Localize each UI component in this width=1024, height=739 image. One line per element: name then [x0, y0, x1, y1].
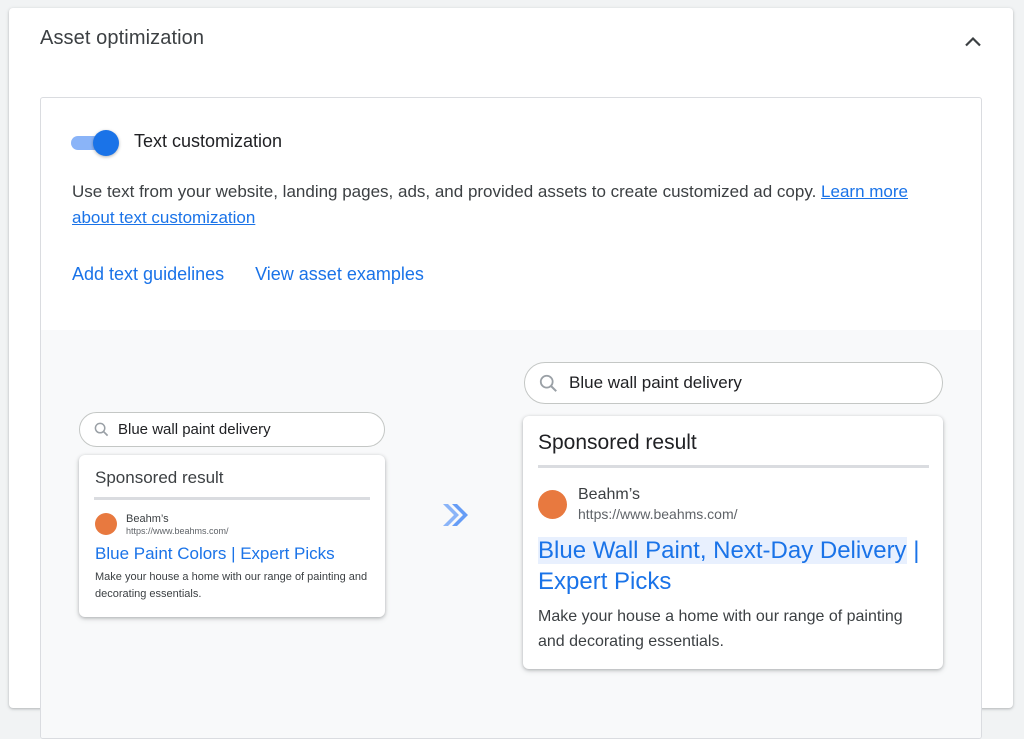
before-search-bar: Blue wall paint delivery [79, 412, 385, 447]
section-title: Asset optimization [40, 27, 205, 49]
collapse-button[interactable] [957, 26, 989, 58]
add-text-guidelines-link[interactable]: Add text guidelines [72, 264, 224, 285]
toggle-knob [93, 130, 119, 156]
highlighted-headline-text: Blue Wall Paint, Next-Day Delivery [538, 537, 907, 564]
after-advertiser-logo [538, 490, 567, 519]
before-advertiser-name: Beahm’s [126, 513, 169, 525]
chevron-up-icon [965, 36, 981, 47]
before-advertiser-url: https://www.beahms.com/ [126, 526, 229, 536]
search-icon [539, 374, 558, 393]
after-ad-body: Make your house a home with our range of… [538, 608, 903, 650]
text-customization-toggle[interactable] [71, 129, 121, 156]
before-ad-card: Sponsored result Beahm’s https://www.bea… [79, 455, 385, 617]
asset-optimization-panel: Asset optimization Text customization Us… [9, 8, 1013, 739]
text-customization-description: Use text from your website, landing page… [72, 179, 952, 231]
before-ad-body: Make your house a home with our range of… [95, 571, 368, 600]
before-ad-headline: Blue Paint Colors | Expert Picks [95, 544, 335, 563]
after-ad-headline: Blue Wall Paint, Next-Day Delivery | Exp… [538, 535, 933, 597]
after-sponsored-header: Sponsored result [538, 431, 697, 454]
double-chevron-right-icon [441, 502, 471, 533]
after-search-query: Blue wall paint delivery [569, 373, 742, 392]
action-links: Add text guidelines View asset examples [72, 264, 424, 285]
after-search-bar: Blue wall paint delivery [524, 362, 943, 404]
after-header-divider [538, 465, 929, 468]
text-customization-card: Text customization Use text from your we… [40, 97, 982, 739]
before-header-divider [94, 497, 370, 500]
before-sponsored-header: Sponsored result [95, 468, 224, 487]
search-icon [94, 422, 109, 437]
customization-illustration: Blue wall paint delivery Sponsored resul… [41, 330, 981, 738]
before-advertiser-logo [95, 513, 117, 535]
before-search-query: Blue wall paint delivery [118, 421, 271, 438]
text-customization-label: Text customization [134, 131, 283, 151]
after-advertiser-name: Beahm’s [578, 486, 640, 503]
after-advertiser-url: https://www.beahms.com/ [578, 506, 738, 522]
after-ad-card: Sponsored result Beahm’s https://www.bea… [523, 416, 943, 669]
view-asset-examples-link[interactable]: View asset examples [255, 264, 424, 285]
description-text: Use text from your website, landing page… [72, 182, 817, 201]
